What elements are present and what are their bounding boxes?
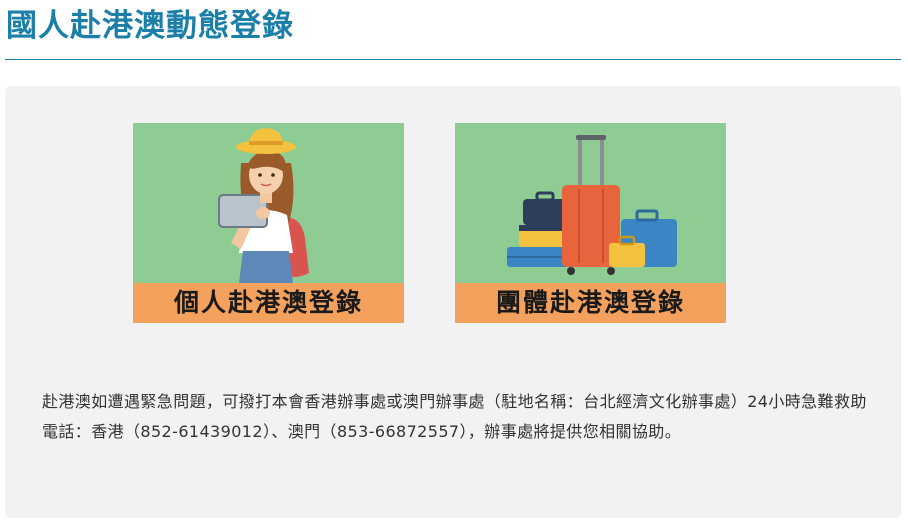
traveler-with-tablet-illustration	[218, 128, 309, 283]
personal-registration-card[interactable]: 個人赴港澳登錄	[133, 123, 404, 323]
emergency-notice: 赴港澳如遭遇緊急問題，可撥打本會香港辦事處或澳門辦事處（駐地名稱：台北經濟文化辦…	[42, 392, 867, 441]
luggage-illustration	[507, 135, 677, 275]
personal-registration-label: 個人赴港澳登錄	[133, 283, 404, 323]
page-title: 國人赴港澳動態登錄	[6, 8, 294, 44]
title-divider	[5, 59, 901, 60]
content-panel: 個人赴港澳登錄 團體赴港澳登錄 赴港澳如遭遇緊急問題，可撥打本會香港辦事處或澳門…	[5, 86, 901, 518]
group-registration-card[interactable]: 團體赴港澳登錄	[455, 123, 726, 323]
group-registration-label: 團體赴港澳登錄	[455, 283, 726, 323]
